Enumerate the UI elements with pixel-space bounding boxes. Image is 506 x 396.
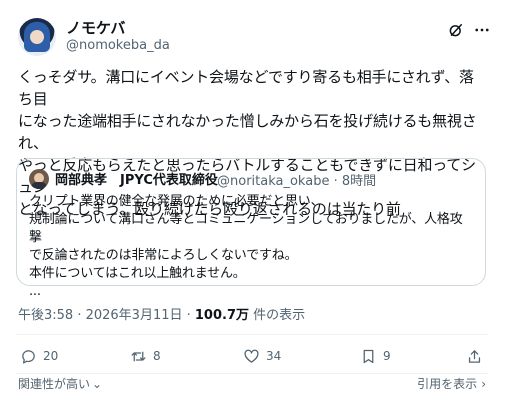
bookmark-count: 9: [383, 349, 391, 363]
like-count: 34: [266, 349, 282, 363]
quote-handle-time: @noritaka_okabe · 8時間: [217, 174, 377, 189]
post-timestamp[interactable]: 午後3:58 · 2026年3月11日 ·: [18, 308, 195, 323]
quote-avatar: [29, 169, 49, 189]
divider: [16, 334, 488, 335]
view-quotes-link[interactable]: 引用を表示 ›: [417, 375, 486, 392]
author-name[interactable]: ノモケバ: [66, 17, 125, 38]
repost-button[interactable]: 8: [130, 346, 161, 366]
like-icon: [244, 349, 259, 363]
sort-dropdown[interactable]: 関連性が高い ⌄: [18, 375, 102, 392]
grok-icon[interactable]: [446, 20, 466, 40]
share-button[interactable]: [466, 346, 483, 366]
reply-icon: [22, 349, 35, 364]
author-handle[interactable]: @nomokeba_da: [66, 38, 170, 53]
view-quotes-label: 引用を表示: [417, 377, 478, 391]
repost-count: 8: [153, 349, 161, 363]
bookmark-icon: [363, 349, 374, 363]
quote-author-name: 岡部典孝 JPYC代表取締役: [55, 173, 218, 188]
view-count: 100.7万: [194, 308, 250, 323]
chevron-down-icon: ⌄: [92, 377, 103, 391]
like-button[interactable]: 34: [243, 346, 281, 366]
divider: [16, 373, 488, 374]
post-meta: 午後3:58 · 2026年3月11日 · 100.7万 件の表示: [18, 304, 305, 323]
view-label: 件の表示: [249, 308, 306, 323]
avatar[interactable]: [18, 18, 56, 56]
repost-icon: [131, 351, 146, 361]
reply-count: 20: [43, 349, 59, 363]
more-icon[interactable]: [472, 20, 492, 40]
quoted-post[interactable]: 岡部典孝 JPYC代表取締役 @noritaka_okabe · 8時間 クリプ…: [16, 158, 486, 299]
bookmark-button[interactable]: 9: [360, 346, 391, 366]
quote-text: クリプト業界の健全な発展のために必要だと思い、 規制論について溝口さん等とコミュ…: [29, 194, 463, 299]
sort-label: 関連性が高い: [18, 377, 91, 391]
share-icon: [468, 349, 481, 363]
chevron-right-icon: ›: [481, 377, 486, 391]
reply-button[interactable]: 20: [20, 346, 58, 366]
